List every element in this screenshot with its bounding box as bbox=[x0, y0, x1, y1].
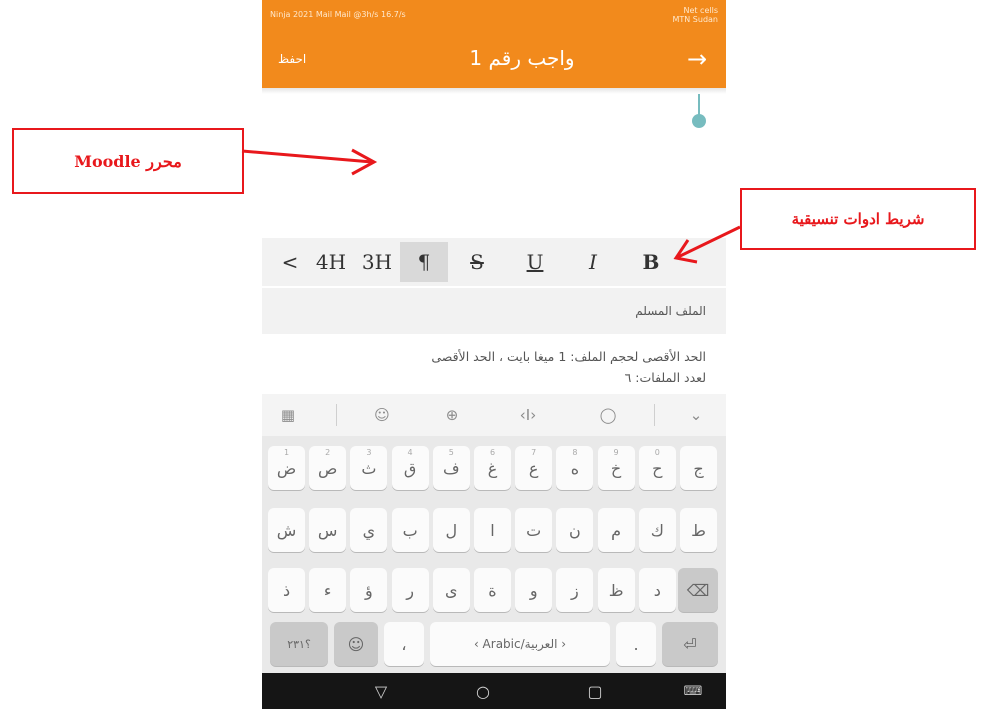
annotation-arrows bbox=[241, 148, 741, 264]
editor-arrow-line bbox=[241, 149, 373, 164]
toolbar-arrow-head bbox=[673, 239, 698, 264]
